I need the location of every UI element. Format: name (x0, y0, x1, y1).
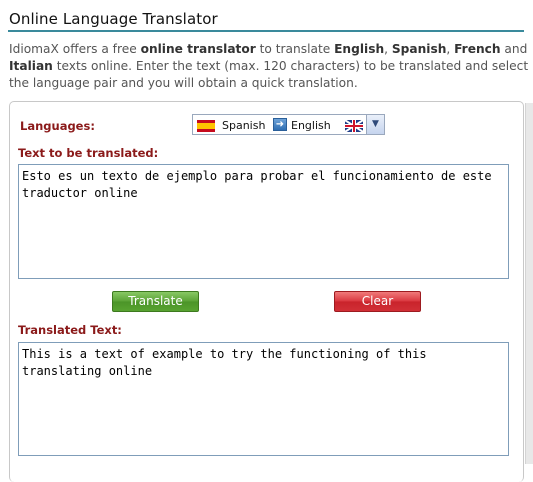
intro-segment: IdiomaX offers a free (9, 42, 141, 56)
target-language: English (291, 119, 331, 132)
source-language: Spanish (222, 119, 266, 132)
intro-segment: Italian (9, 59, 53, 73)
intro-segment: French (454, 42, 501, 56)
spain-flag-icon (197, 120, 215, 132)
intro-segment: , (384, 42, 392, 56)
result-text-label: Translated Text: (18, 323, 122, 337)
languages-label: Languages: (20, 119, 95, 133)
intro-segment: Spanish (391, 42, 447, 56)
intro-segment: online translator (140, 42, 256, 56)
source-text-label: Text to be translated: (18, 146, 159, 160)
uk-flag-icon (345, 120, 363, 132)
intro-text: IdiomaX offers a free online translator … (9, 41, 529, 92)
page-scrollbar[interactable] (525, 103, 533, 464)
intro-segment: texts online. Enter the text (max. 120 c… (9, 59, 529, 90)
intro-segment: to translate (255, 42, 335, 56)
source-text-input[interactable]: Esto es un texto de ejemplo para probar … (18, 164, 509, 279)
clear-button[interactable]: Clear (334, 291, 421, 312)
translated-text-output[interactable]: This is a text of example to try the fun… (18, 342, 509, 456)
intro-segment: and (500, 42, 528, 56)
chevron-down-icon[interactable]: ▼ (366, 115, 384, 134)
page-title: Online Language Translator (9, 10, 218, 28)
language-pair-select[interactable]: Spanish ➜ English ▼ (192, 114, 385, 135)
arrow-right-icon: ➜ (273, 118, 287, 131)
translate-button[interactable]: Translate (112, 291, 199, 312)
intro-segment: , (446, 42, 455, 56)
intro-segment: English (334, 42, 385, 56)
title-bar: Online Language Translator (8, 8, 524, 32)
